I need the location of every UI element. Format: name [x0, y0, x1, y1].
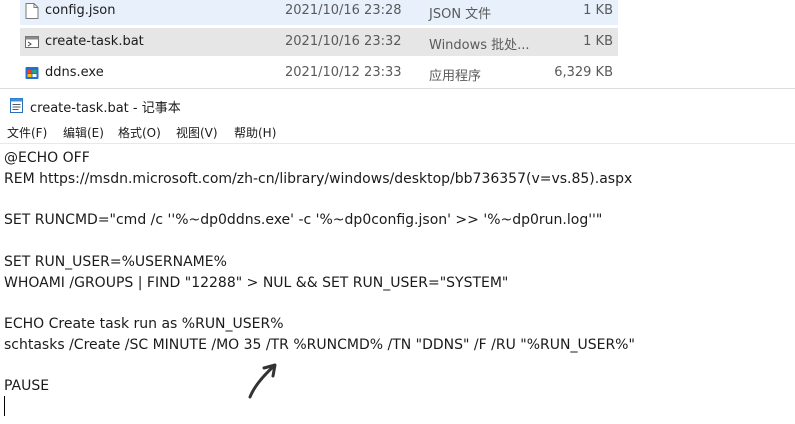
- file-size: 6,329 KB: [554, 65, 613, 80]
- notepad-window: create-task.bat - 记事本 文件(F) 编辑(E) 格式(O) …: [0, 88, 795, 424]
- annotation-arrow-icon: [248, 363, 277, 399]
- menu-view[interactable]: 视图(V): [176, 124, 218, 141]
- file-type: JSON 文件: [429, 7, 492, 22]
- file-type: 应用程序: [429, 69, 482, 84]
- file-row-create-task-bat[interactable]: create-task.bat 2021/10/16 23:32 Windows…: [20, 28, 618, 56]
- file-date: 2021/10/12 23:33: [285, 65, 402, 80]
- code-line: ECHO Create task run as %RUN_USER%: [4, 316, 284, 332]
- file-type: Windows 批处...: [429, 38, 530, 53]
- file-size: 1 KB: [583, 34, 613, 49]
- file-explorer-list: config.json 2021/10/16 23:28 JSON 文件 1 K…: [0, 0, 795, 88]
- menu-file[interactable]: 文件(F): [7, 124, 47, 141]
- batch-file-icon: [25, 36, 39, 48]
- file-size: 1 KB: [583, 3, 613, 18]
- code-line: SET RUNCMD="cmd /c ''%~dp0ddns.exe' -c '…: [4, 212, 603, 228]
- file-row-ddns-exe[interactable]: ddns.exe 2021/10/12 23:33 应用程序 6,329 KB: [20, 59, 618, 87]
- text-caret: [4, 396, 5, 416]
- menu-edit[interactable]: 编辑(E): [63, 124, 104, 141]
- code-line: WHOAMI /GROUPS | FIND "12288" > NUL && S…: [4, 275, 509, 291]
- code-line: schtasks /Create /SC MINUTE /MO 35 /TR %…: [4, 337, 635, 353]
- file-name: create-task.bat: [45, 34, 144, 49]
- notepad-icon: [10, 98, 23, 113]
- file-date: 2021/10/16 23:32: [285, 34, 402, 49]
- file-date: 2021/10/16 23:28: [285, 3, 402, 18]
- menu-bar: 文件(F) 编辑(E) 格式(O) 视图(V) 帮助(H): [0, 121, 795, 143]
- title-bar[interactable]: create-task.bat - 记事本: [0, 89, 795, 121]
- text-editor[interactable]: @ECHO OFF REM https://msdn.microsoft.com…: [0, 143, 795, 424]
- exe-file-icon: [25, 67, 39, 79]
- window-title: create-task.bat - 记事本: [30, 101, 181, 116]
- file-name: ddns.exe: [45, 65, 104, 80]
- menu-format[interactable]: 格式(O): [118, 124, 161, 141]
- code-line: REM https://msdn.microsoft.com/zh-cn/lib…: [4, 171, 633, 187]
- file-name: config.json: [45, 3, 116, 18]
- code-line: @ECHO OFF: [4, 150, 90, 166]
- menu-help[interactable]: 帮助(H): [234, 124, 276, 141]
- file-row-config-json[interactable]: config.json 2021/10/16 23:28 JSON 文件 1 K…: [20, 0, 618, 25]
- code-line: PAUSE: [4, 378, 50, 394]
- json-file-icon: [25, 3, 39, 19]
- code-line: SET RUN_USER=%USERNAME%: [4, 254, 227, 270]
